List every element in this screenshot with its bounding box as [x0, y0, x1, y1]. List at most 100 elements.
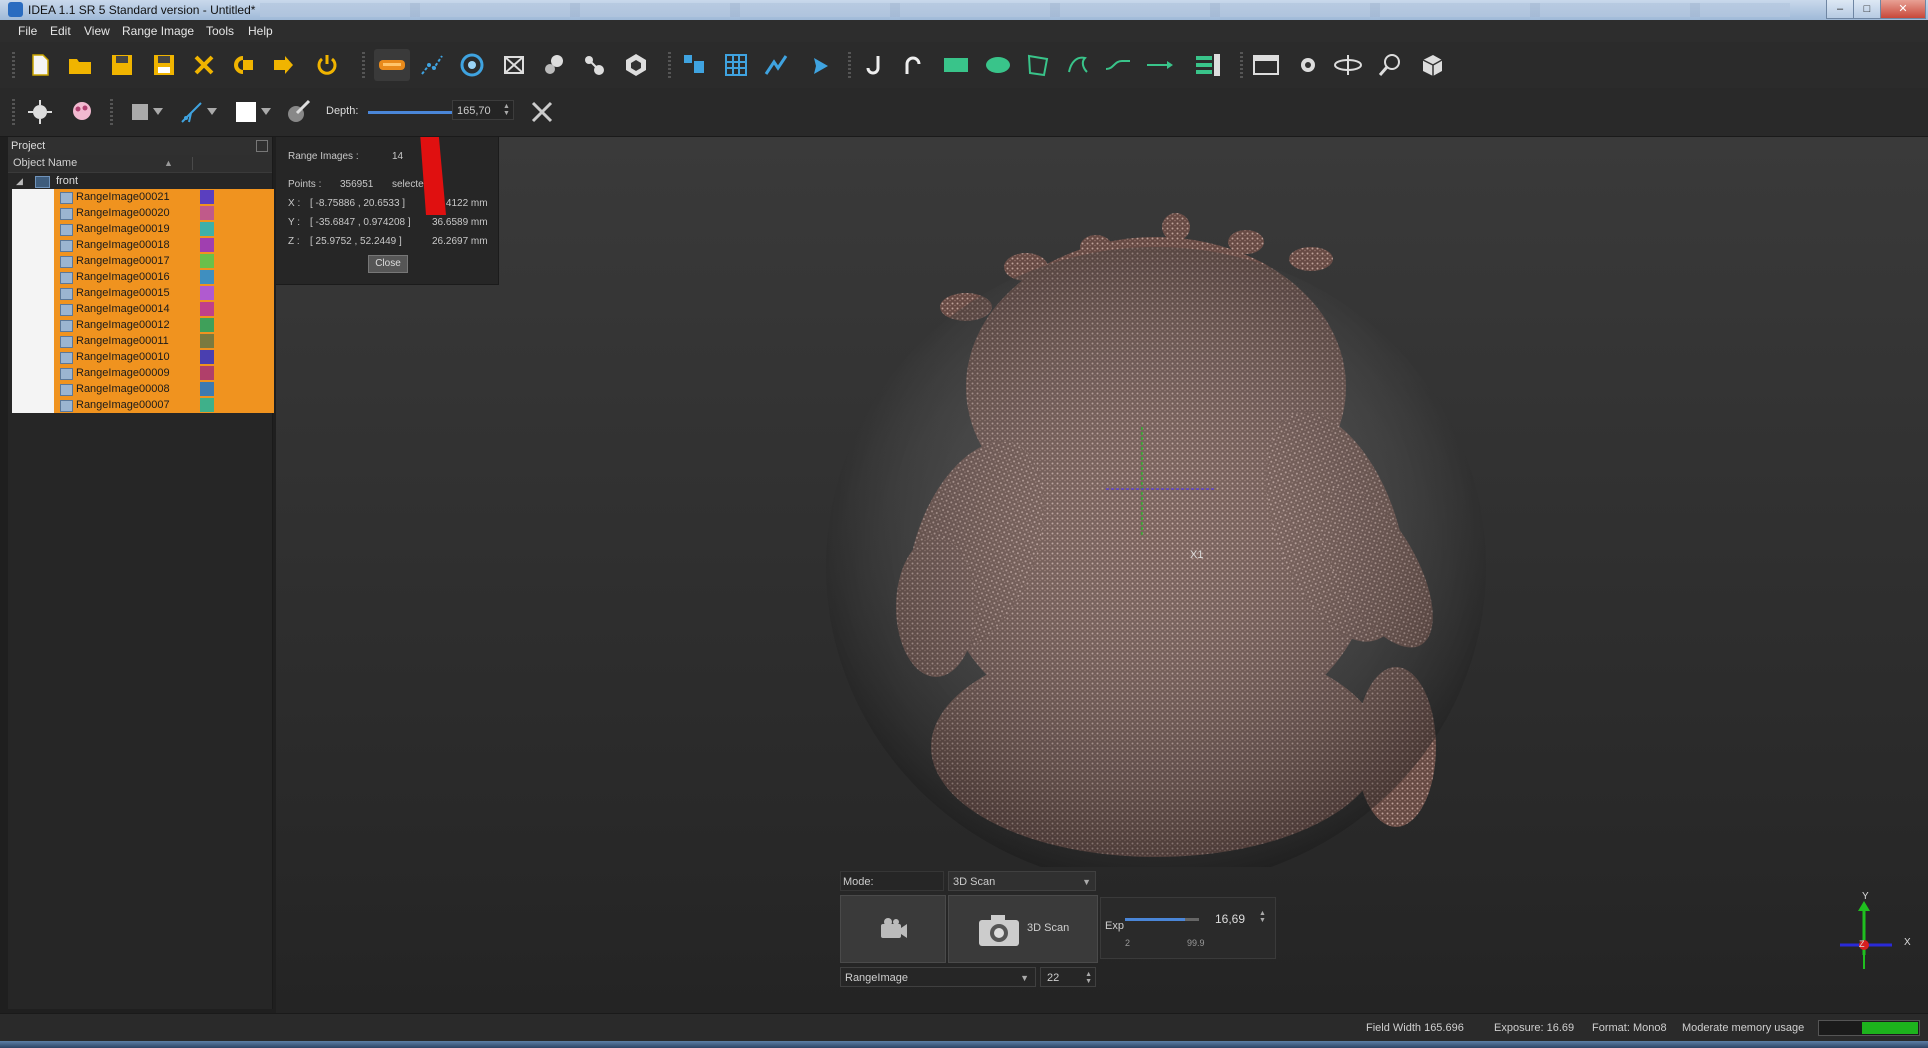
chevron-down-icon[interactable] — [150, 96, 166, 128]
list-item[interactable]: RangeImage00017 — [8, 253, 274, 269]
visibility-cell[interactable] — [12, 317, 54, 333]
visibility-cell[interactable] — [12, 333, 54, 349]
new-file-icon[interactable] — [24, 49, 56, 81]
visibility-cell[interactable] — [12, 349, 54, 365]
list-item[interactable]: RangeImage00018 — [8, 237, 274, 253]
spinner-arrows-icon[interactable]: ▲ ▼ — [1259, 910, 1266, 924]
merge-icon[interactable] — [498, 49, 530, 81]
column-object-name[interactable]: Object Name — [13, 155, 77, 172]
list-item[interactable]: RangeImage00008 — [8, 381, 274, 397]
split-icon[interactable] — [578, 49, 610, 81]
gear-icon[interactable] — [1292, 49, 1324, 81]
color-swatch[interactable] — [200, 254, 214, 268]
color-swatch[interactable] — [200, 318, 214, 332]
menu-range-image[interactable]: Range Image — [122, 24, 194, 38]
exposure-slider[interactable] — [1125, 918, 1185, 921]
3d-scan-button[interactable]: 3D Scan — [948, 895, 1098, 963]
visibility-cell[interactable] — [12, 253, 54, 269]
spinner-arrows-icon[interactable]: ▲ ▼ — [1085, 971, 1092, 985]
cluster-icon[interactable] — [538, 49, 570, 81]
list-item[interactable]: RangeImage00012 — [8, 317, 274, 333]
hook-icon[interactable] — [858, 49, 890, 81]
polygon-icon[interactable] — [1022, 49, 1054, 81]
depth-slider[interactable] — [368, 111, 458, 114]
zoom-icon[interactable] — [1374, 49, 1406, 81]
menu-view[interactable]: View — [84, 24, 110, 38]
color-swatch[interactable] — [200, 350, 214, 364]
save-icon[interactable] — [106, 49, 138, 81]
menu-edit[interactable]: Edit — [50, 24, 71, 38]
list-item[interactable]: RangeImage00007 — [8, 397, 274, 413]
chevron-down-icon[interactable]: ▼ — [1082, 872, 1091, 892]
color-palette-icon[interactable] — [66, 96, 98, 128]
visibility-cell[interactable] — [12, 397, 54, 413]
spinner-arrows-icon[interactable]: ▲ ▼ — [503, 103, 511, 117]
color-swatch[interactable] — [200, 222, 214, 236]
list-item[interactable]: RangeImage00016 — [8, 269, 274, 285]
visibility-cell[interactable] — [12, 237, 54, 253]
visibility-cell[interactable] — [12, 269, 54, 285]
mode-select[interactable]: 3D Scan ▼ — [948, 871, 1096, 891]
brush-icon[interactable] — [282, 96, 314, 128]
list-item[interactable]: RangeImage00021 — [8, 189, 274, 205]
info-close-button[interactable]: Close — [368, 255, 408, 273]
visibility-cell[interactable] — [12, 365, 54, 381]
hexagon-icon[interactable] — [620, 49, 652, 81]
color-swatch[interactable] — [200, 190, 214, 204]
register-icon[interactable] — [456, 49, 488, 81]
chevron-down-icon[interactable] — [258, 96, 274, 128]
arrow-line-icon[interactable] — [1144, 49, 1176, 81]
maximize-button[interactable]: □ — [1853, 0, 1881, 19]
range-image-select[interactable]: RangeImage ▼ — [840, 967, 1036, 987]
list-item[interactable]: RangeImage00010 — [8, 349, 274, 365]
save-as-icon[interactable] — [148, 49, 180, 81]
column-header[interactable]: Object Name ▲ — [8, 155, 272, 173]
minimize-button[interactable]: – — [1826, 0, 1854, 19]
visibility-cell[interactable] — [12, 205, 54, 221]
cube-icon[interactable] — [1416, 49, 1448, 81]
menu-file[interactable]: File — [18, 24, 37, 38]
light-icon[interactable] — [24, 96, 56, 128]
color-swatch[interactable] — [200, 238, 214, 252]
grid-icon[interactable] — [720, 49, 752, 81]
ellipse-icon[interactable] — [982, 49, 1014, 81]
color-swatch[interactable] — [200, 334, 214, 348]
tree-group-front[interactable]: ◢ front — [8, 173, 272, 189]
open-folder-icon[interactable] — [64, 49, 96, 81]
menu-help[interactable]: Help — [248, 24, 273, 38]
color-swatch[interactable] — [200, 286, 214, 300]
rectangle-icon[interactable] — [940, 49, 972, 81]
redo-icon[interactable] — [268, 49, 300, 81]
list-item[interactable]: RangeImage00011 — [8, 333, 274, 349]
menu-tools[interactable]: Tools — [206, 24, 234, 38]
list-item[interactable]: RangeImage00019 — [8, 221, 274, 237]
chevron-down-icon[interactable]: ▼ — [1020, 968, 1029, 988]
boxes-icon[interactable] — [678, 49, 710, 81]
list-item[interactable]: RangeImage00020 — [8, 205, 274, 221]
color-swatch[interactable] — [200, 382, 214, 396]
range-image-number[interactable]: 22 ▲ ▼ — [1040, 967, 1096, 987]
list-item[interactable]: RangeImage00014 — [8, 301, 274, 317]
window-icon[interactable] — [1250, 49, 1282, 81]
color-swatch[interactable] — [200, 366, 214, 380]
list-item[interactable]: RangeImage00015 — [8, 285, 274, 301]
color-swatch[interactable] — [200, 206, 214, 220]
color-swatch[interactable] — [200, 302, 214, 316]
3d-viewport[interactable]: Range Images : 14 Points : 356951 select… — [276, 137, 1928, 1013]
ring-icon[interactable] — [1332, 49, 1364, 81]
color-swatch[interactable] — [200, 398, 214, 412]
video-camera-button[interactable] — [840, 895, 946, 963]
scanner-icon[interactable] — [374, 49, 410, 81]
pin-icon[interactable] — [256, 140, 268, 152]
layers-icon[interactable] — [1192, 49, 1224, 81]
visibility-cell[interactable] — [12, 301, 54, 317]
expand-triangle-icon[interactable]: ◢ — [16, 173, 23, 189]
line-icon[interactable] — [1102, 49, 1134, 81]
freeform-icon[interactable] — [1062, 49, 1094, 81]
delete-icon[interactable] — [188, 49, 220, 81]
dots-icon[interactable] — [760, 49, 792, 81]
visibility-cell[interactable] — [12, 285, 54, 301]
close-button[interactable]: ✕ — [1880, 0, 1926, 19]
undo-icon[interactable] — [228, 49, 260, 81]
curve-icon[interactable] — [898, 49, 930, 81]
